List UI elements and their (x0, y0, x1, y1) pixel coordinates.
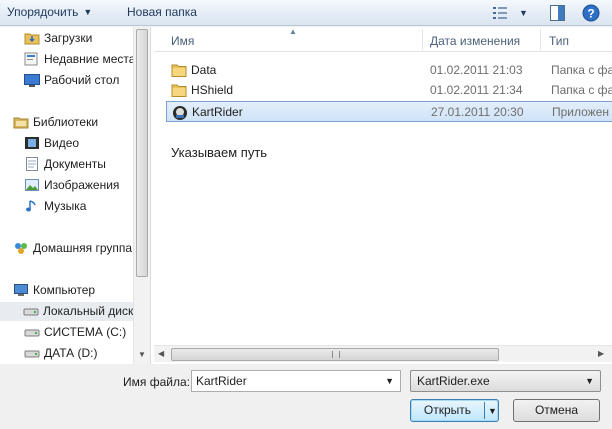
drive-icon (24, 329, 40, 337)
nav-item-documents[interactable]: Документы (24, 155, 134, 174)
video-library-icon (25, 137, 39, 149)
nav-item-local-disk[interactable]: Локальный диск (0, 302, 134, 321)
organize-button[interactable]: Упорядочить ▼ (7, 5, 92, 19)
open-button-label: Открыть (423, 403, 472, 417)
svg-text:?: ? (587, 7, 594, 21)
scroll-left-arrow-icon[interactable]: ◀ (158, 349, 164, 358)
navigation-scrollbar[interactable]: ▼ (133, 27, 150, 364)
horizontal-scroll-thumb[interactable] (171, 348, 499, 361)
filename-input[interactable] (192, 371, 372, 391)
column-separator[interactable] (422, 29, 423, 50)
folder-icon (171, 84, 187, 97)
nav-item-libraries[interactable]: Библиотеки (13, 113, 134, 132)
navigation-pane: Загрузки Недавние места Рабочий стол Биб… (0, 27, 150, 364)
nav-item-computer[interactable]: Компьютер (13, 281, 134, 300)
file-row[interactable]: HShield 01.02.2011 21:34 Папка с фа (166, 80, 612, 101)
cancel-button[interactable]: Отмена (513, 399, 600, 422)
documents-library-icon (26, 157, 38, 171)
nav-item-desktop[interactable]: Рабочий стол (24, 71, 134, 90)
libraries-icon (13, 117, 29, 129)
filetype-value: KartRider.exe (417, 374, 490, 388)
nav-item-video[interactable]: Видео (24, 134, 134, 153)
downloads-folder-icon (24, 33, 40, 45)
open-options-chevron-icon[interactable]: ▼ (488, 401, 497, 422)
open-button[interactable]: Открыть ▼ (410, 399, 499, 422)
column-date[interactable]: Дата изменения (430, 34, 520, 48)
drive-icon (24, 350, 40, 358)
split-divider (484, 402, 485, 419)
nav-item-homegroup[interactable]: Домашняя группа (13, 239, 134, 258)
computer-icon (14, 284, 28, 296)
horizontal-scrollbar[interactable]: ◀ ▶ (154, 345, 612, 362)
dialog-footer: Имя файла: ▼ KartRider.exe ▼ Открыть ▼ О… (0, 364, 612, 429)
organize-label: Упорядочить (7, 5, 79, 19)
scroll-grip-icon (332, 351, 340, 358)
drive-icon (23, 308, 39, 316)
nav-item-recent-places[interactable]: Недавние места (24, 50, 135, 69)
view-options-chevron-icon[interactable]: ▼ (519, 8, 528, 18)
scroll-down-arrow-icon[interactable]: ▼ (138, 350, 146, 359)
nav-item-downloads[interactable]: Загрузки (24, 29, 134, 48)
help-icon[interactable]: ? (582, 4, 600, 22)
column-type[interactable]: Тип (549, 34, 569, 48)
homegroup-icon (15, 243, 27, 254)
file-list: ▲ Имя Дата изменения Тип Data 01.02.2011… (154, 27, 612, 364)
chevron-down-icon: ▼ (83, 7, 93, 17)
file-row-selected[interactable]: KartRider 27.01.2011 20:30 Приложен (166, 101, 612, 122)
nav-item-drive-c[interactable]: СИСТЕМА (C:) (24, 323, 134, 342)
nav-item-music[interactable]: Музыка (24, 197, 134, 216)
recent-places-icon (24, 52, 38, 66)
nav-item-drive-d[interactable]: ДАТА (D:) (24, 344, 134, 363)
annotation-text: Указываем путь (171, 145, 268, 160)
navigation-scroll-thumb[interactable] (136, 29, 148, 277)
desktop-icon (24, 74, 40, 87)
preview-pane-icon[interactable] (549, 4, 566, 22)
filetype-select[interactable]: KartRider.exe ▼ (410, 370, 601, 392)
command-bar: Упорядочить ▼ Новая папка ▼ ? (0, 0, 612, 26)
view-list-icon[interactable] (492, 4, 508, 22)
new-folder-button[interactable]: Новая папка (127, 5, 197, 19)
chevron-down-icon[interactable]: ▼ (385, 376, 394, 386)
nav-item-pictures[interactable]: Изображения (24, 176, 134, 195)
pictures-library-icon (25, 179, 39, 191)
column-separator[interactable] (540, 29, 541, 50)
filename-label: Имя файла: (123, 375, 190, 389)
scroll-right-arrow-icon[interactable]: ▶ (598, 349, 604, 358)
filename-combobox[interactable]: ▼ (191, 370, 401, 392)
folder-icon (171, 64, 187, 77)
file-row[interactable]: Data 01.02.2011 21:03 Папка с фа (166, 60, 612, 81)
sort-ascending-icon: ▲ (289, 27, 297, 36)
column-name[interactable]: Имя (171, 34, 194, 48)
chevron-down-icon[interactable]: ▼ (585, 376, 594, 386)
column-header: ▲ Имя Дата изменения Тип (154, 27, 612, 52)
kartrider-app-icon (173, 106, 187, 120)
music-library-icon (26, 200, 36, 212)
